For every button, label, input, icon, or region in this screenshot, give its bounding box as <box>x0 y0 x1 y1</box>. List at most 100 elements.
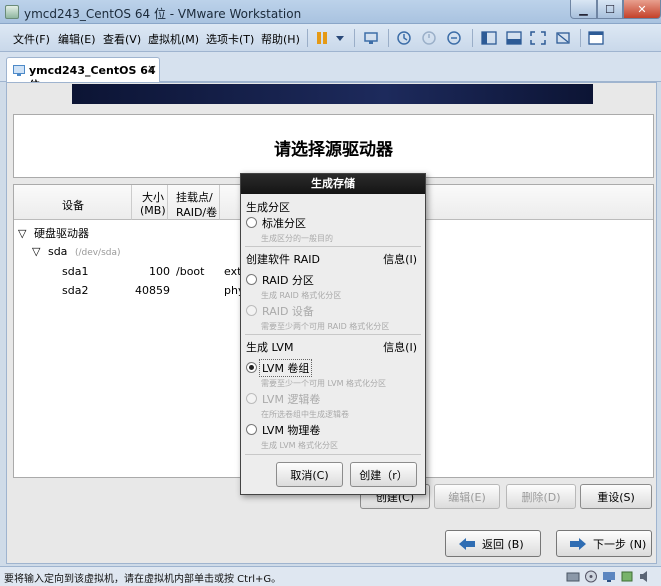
section-lvm: 生成 LVM <box>246 341 294 354</box>
status-text: 要将输入定向到该虚拟机，请在虚拟机内部单击或按 Ctrl+G。 <box>4 574 282 585</box>
toolbar-separator <box>580 29 581 47</box>
tree-label-sda-path: (/dev/sda) <box>74 248 121 258</box>
close-button[interactable]: ✕ <box>623 0 661 19</box>
tree-row-sda[interactable]: ▽ sda (/dev/sda) <box>32 245 121 258</box>
dialog-title: 生成存储 <box>241 174 425 194</box>
option-lvm-physical-volume-desc: 生成 LVM 格式化分区 <box>261 441 339 450</box>
thumbnail-icon[interactable] <box>586 28 606 48</box>
dialog-create-button[interactable]: 创建（r） <box>350 462 417 487</box>
radio-raid-device[interactable] <box>246 305 257 316</box>
radio-standard-partition[interactable] <box>246 217 257 228</box>
toolbar-separator <box>307 29 308 47</box>
minimize-button[interactable]: ▁ <box>570 0 597 19</box>
vm-icon <box>13 65 25 76</box>
cdrom-icon[interactable] <box>584 570 598 583</box>
dialog-cancel-button[interactable]: 取消(C) <box>276 462 343 487</box>
back-button[interactable]: 返回 (B) <box>445 530 541 557</box>
title-bar: ymcd243_CentOS 64 位 - VMware Workstation… <box>0 0 661 24</box>
option-lvm-logical-volume-desc: 在所选卷组中生成逻辑卷 <box>261 410 349 419</box>
menu-tabs[interactable]: 选项卡(T) <box>206 31 254 47</box>
menu-view[interactable]: 查看(V) <box>103 31 141 47</box>
menu-file[interactable]: 文件(F) <box>13 31 50 47</box>
delete-button[interactable]: 删除(D) <box>506 484 576 509</box>
edit-button[interactable]: 编辑(E) <box>434 484 500 509</box>
vmware-app-icon <box>5 5 19 19</box>
column-header-mount[interactable]: 挂载点/ RAID/卷 <box>168 185 220 220</box>
toolbar-separator <box>354 29 355 47</box>
menu-help[interactable]: 帮助(H) <box>261 31 300 47</box>
toolbar-separator <box>472 29 473 47</box>
column-label-device: 设备 <box>62 199 84 212</box>
partition-name: sda2 <box>62 284 89 297</box>
option-lvm-volume-group[interactable]: LVM 卷组 <box>259 359 313 377</box>
partition-size: 40859 <box>135 284 170 297</box>
create-storage-dialog: 生成存储 生成分区 标准分区 生成区分的一般目的 创建软件 RAID 信息(I)… <box>240 173 426 495</box>
divider <box>245 454 421 455</box>
table-row[interactable]: sda2 40859 phy <box>14 284 274 300</box>
next-button[interactable]: 下一步 (N) <box>556 530 652 557</box>
installer-banner <box>72 84 593 104</box>
tab-vm[interactable]: ymcd243_CentOS 64 位 × <box>6 57 160 92</box>
dropdown-icon[interactable] <box>330 28 350 48</box>
column-header-device[interactable]: 设备 <box>14 185 132 220</box>
next-label: 下一步 (N) <box>593 537 647 551</box>
option-lvm-logical-volume[interactable]: LVM 逻辑卷 <box>262 391 320 407</box>
arrow-right-icon <box>570 537 586 550</box>
page-title: 请选择源驱动器 <box>274 140 393 160</box>
column-header-size[interactable]: 大小 (MB) <box>132 185 168 220</box>
maximize-button[interactable]: ☐ <box>597 0 623 19</box>
menu-vm[interactable]: 虚拟机(M) <box>148 31 199 47</box>
unity-icon[interactable] <box>553 28 573 48</box>
sidebar-icon[interactable] <box>479 28 499 48</box>
status-bar: 要将输入定向到该虚拟机，请在虚拟机内部单击或按 Ctrl+G。 <box>0 566 661 586</box>
option-lvm-volume-group-desc: 需要至少一个可用 LVM 格式化分区 <box>261 379 387 388</box>
column-label-size: 大小 <box>142 191 164 204</box>
partition-mount: /boot <box>176 265 205 278</box>
option-lvm-physical-volume[interactable]: LVM 物理卷 <box>262 422 320 438</box>
partition-size: 100 <box>149 265 170 278</box>
usb-icon[interactable] <box>620 570 634 583</box>
page-header: 请选择源驱动器 <box>13 114 654 178</box>
pause-icon[interactable] <box>312 28 332 48</box>
divider <box>245 246 421 247</box>
radio-lvm-logical-volume[interactable] <box>246 393 257 404</box>
radio-lvm-volume-group[interactable] <box>246 362 257 373</box>
option-standard-partition[interactable]: 标准分区 <box>262 215 306 231</box>
toolbar-separator <box>388 29 389 47</box>
arrow-left-icon <box>459 537 475 550</box>
tree-label-harddisks: 硬盘驱动器 <box>33 227 89 240</box>
option-raid-partition-desc: 生成 RAID 格式化分区 <box>261 291 342 300</box>
revert-snapshot-icon[interactable] <box>419 28 439 48</box>
snapshot-manager-icon[interactable] <box>444 28 464 48</box>
close-icon: ✕ <box>637 2 647 16</box>
hard-disk-icon[interactable] <box>566 570 580 583</box>
network-icon[interactable] <box>602 570 616 583</box>
option-raid-device[interactable]: RAID 设备 <box>262 303 314 319</box>
table-row[interactable]: sda1 100 /boot ext4 <box>14 265 274 281</box>
option-raid-partition[interactable]: RAID 分区 <box>262 272 314 288</box>
radio-raid-partition[interactable] <box>246 274 257 285</box>
radio-lvm-physical-volume[interactable] <box>246 424 257 435</box>
raid-info-link[interactable]: 信息(I) <box>383 251 417 267</box>
tab-close-icon[interactable]: × <box>147 62 157 76</box>
console-view-icon[interactable] <box>504 28 524 48</box>
expander-icon[interactable]: ▽ <box>18 227 26 240</box>
snapshot-icon[interactable] <box>394 28 414 48</box>
reset-button[interactable]: 重设(S) <box>580 484 652 509</box>
minimize-icon: ▁ <box>579 2 588 16</box>
back-label: 返回 (B) <box>482 537 524 551</box>
section-partition: 生成分区 <box>246 201 290 214</box>
send-ctrl-alt-del-icon[interactable] <box>361 28 381 48</box>
partition-name: sda1 <box>62 265 89 278</box>
lvm-info-link[interactable]: 信息(I) <box>383 339 417 355</box>
column-label-mount: 挂载点/ <box>176 191 213 204</box>
option-standard-desc: 生成区分的一般目的 <box>261 234 333 243</box>
menu-edit[interactable]: 编辑(E) <box>58 31 96 47</box>
sound-icon[interactable] <box>638 570 652 583</box>
expander-icon[interactable]: ▽ <box>32 245 40 258</box>
fullscreen-icon[interactable] <box>528 28 548 48</box>
divider <box>245 334 421 335</box>
tree-row-harddisks[interactable]: ▽ 硬盘驱动器 <box>18 225 89 241</box>
window-title: ymcd243_CentOS 64 位 - VMware Workstation <box>24 7 302 21</box>
column-label-size-unit: (MB) <box>140 204 166 217</box>
